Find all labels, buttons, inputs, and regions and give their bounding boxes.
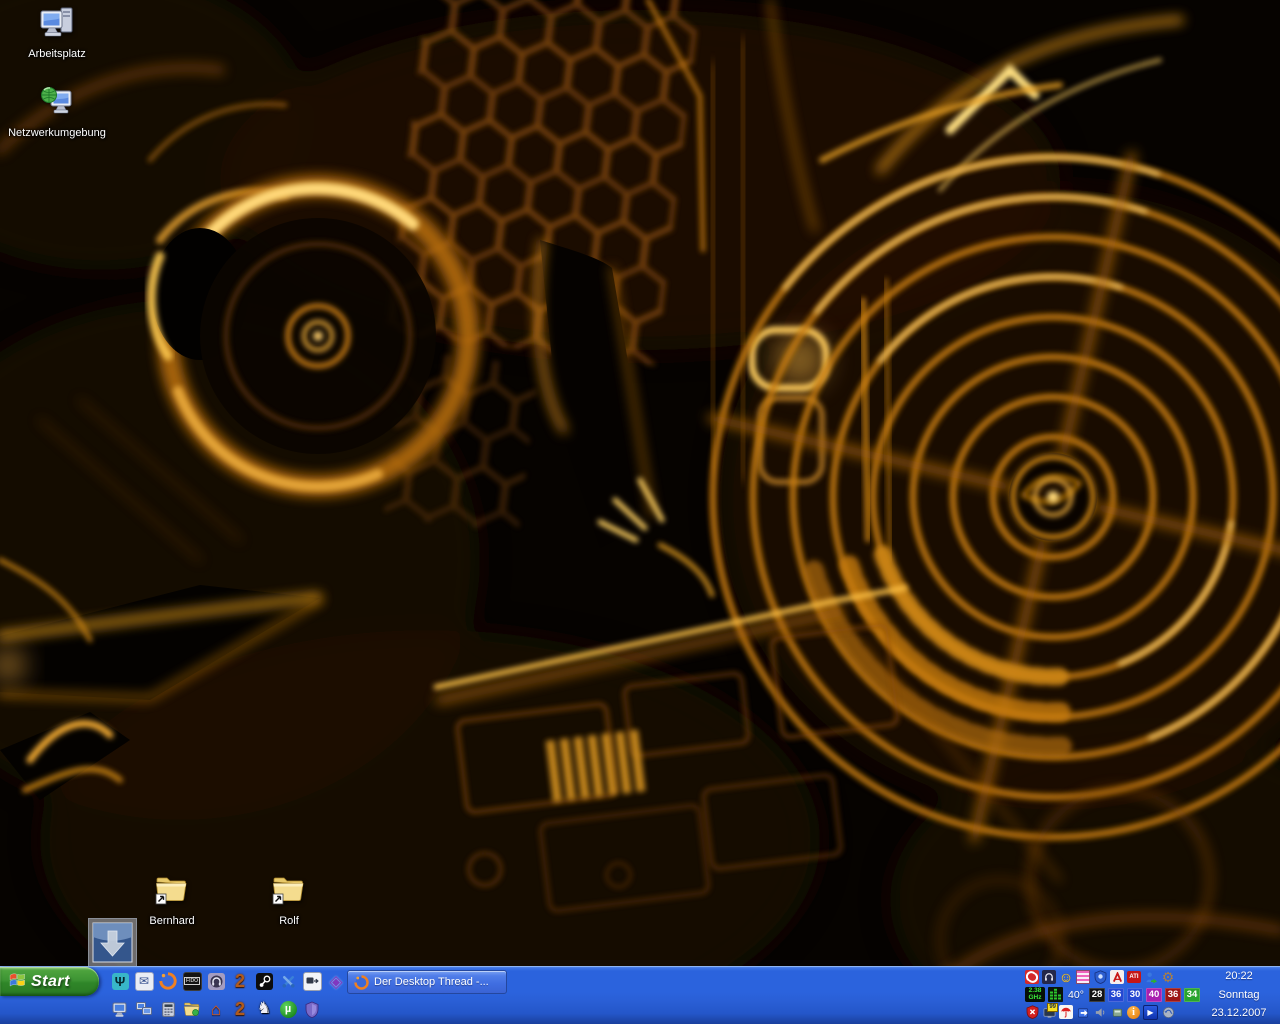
avira-umbrella-icon[interactable] xyxy=(1059,1005,1073,1019)
quick-launch-row1: Ψ ✉ FIDO xyxy=(109,970,347,992)
wallpaper-image xyxy=(0,0,1280,1024)
tray-icon-rows: ☺ ATI xyxy=(1025,966,1200,1024)
removable-device-icon[interactable] xyxy=(1110,1005,1124,1019)
tray-row-2: 2.38 GHz 40° 28 36 xyxy=(1025,987,1200,1003)
download-arrow-badge[interactable] xyxy=(88,918,137,967)
temp-badge-6[interactable]: 34 xyxy=(1184,988,1200,1002)
window-restore-icon[interactable] xyxy=(1076,1005,1090,1019)
house-icon[interactable]: ⌂ xyxy=(205,998,227,1020)
tray-row-1: ☺ ATI xyxy=(1025,969,1200,985)
user-switch-icon[interactable] xyxy=(1144,970,1158,984)
desktop-icon-label: Rolf xyxy=(279,915,299,927)
clock-time: 20:22 xyxy=(1200,970,1278,982)
clock-day: Sonntag xyxy=(1200,989,1278,1001)
taskbar-window-button[interactable]: Der Desktop Thread -... xyxy=(347,970,507,994)
headphones-icon[interactable] xyxy=(205,970,227,992)
mail-icon[interactable]: ✉ xyxy=(133,970,155,992)
start-button[interactable]: Start xyxy=(0,967,99,996)
play-icon[interactable]: ▶ xyxy=(1143,1005,1158,1020)
utorrent-icon[interactable]: µ xyxy=(277,998,299,1020)
folder-shortcut-icon xyxy=(270,874,308,913)
tools-icon[interactable] xyxy=(277,970,299,992)
cpu-speed-readout[interactable]: 2.38 GHz xyxy=(1025,987,1045,1002)
my-computer-icon xyxy=(39,5,75,46)
desktop-icon-label: Bernhard xyxy=(149,915,194,927)
desktop: Arbeitsplatz Netzwerkumgebung xyxy=(0,0,1280,1024)
desktop-icon-arbeitsplatz[interactable]: Arbeitsplatz xyxy=(7,5,107,60)
blue-shield-icon[interactable] xyxy=(1093,970,1107,984)
desktop-icon-label: Arbeitsplatz xyxy=(28,48,85,60)
red-shield-alert-icon[interactable] xyxy=(1025,1005,1039,1019)
send-to-icon[interactable] xyxy=(301,970,323,992)
numeral-2-icon[interactable]: 2 xyxy=(229,998,251,1020)
shield-icon[interactable] xyxy=(301,998,323,1020)
clock-date: 23.12.2007 xyxy=(1200,1007,1278,1019)
quick-launch-row2: ⌂ 2 ♞ µ xyxy=(109,998,323,1020)
temp-badge-1[interactable]: 28 xyxy=(1089,988,1105,1002)
ati-icon[interactable]: ATI xyxy=(1127,970,1141,984)
fido-icon[interactable]: FIDO xyxy=(181,970,203,992)
messenger-icon[interactable]: ☺ xyxy=(1059,970,1073,984)
steam-icon[interactable] xyxy=(253,970,275,992)
numeral-2-icon[interactable]: 2 xyxy=(229,970,251,992)
temp-badge-2[interactable]: 36 xyxy=(1108,988,1124,1002)
screen: Arbeitsplatz Netzwerkumgebung xyxy=(0,0,1280,1024)
fan-monitor-icon[interactable] xyxy=(1025,970,1039,984)
tray-row-3: 99 xyxy=(1025,1004,1200,1020)
folder-icon[interactable] xyxy=(181,998,203,1020)
audio-config-icon[interactable] xyxy=(1161,1005,1175,1019)
led-meter-icon[interactable] xyxy=(1048,987,1063,1002)
computer-icon[interactable] xyxy=(109,998,131,1020)
desktop-icon-rolf[interactable]: Rolf xyxy=(239,874,339,927)
net-meter-icon[interactable]: 99 xyxy=(1042,1005,1056,1019)
network-places-icon xyxy=(39,84,75,125)
knight-icon[interactable]: ♞ xyxy=(253,998,275,1020)
diamond-icon[interactable]: ◈ xyxy=(325,970,347,992)
desktop-icon-bernhard[interactable]: Bernhard xyxy=(122,874,222,927)
headphones-tray-icon[interactable] xyxy=(1042,970,1056,984)
network-computers-icon[interactable] xyxy=(133,998,155,1020)
temp-badge-4[interactable]: 40 xyxy=(1146,988,1162,1002)
tray-clock[interactable]: 20:22 Sonntag 23.12.2007 xyxy=(1200,966,1280,1024)
striped-badge-icon[interactable] xyxy=(1076,970,1090,984)
system-tray: ☺ ATI xyxy=(1025,966,1280,1024)
temperature-readout[interactable]: 40° xyxy=(1066,989,1086,1001)
start-label: Start xyxy=(31,973,70,991)
desktop-icon-label: Netzwerkumgebung xyxy=(8,127,106,139)
desktop-icon-netzwerkumgebung[interactable]: Netzwerkumgebung xyxy=(7,84,107,139)
calculator-icon[interactable] xyxy=(157,998,179,1020)
folder-shortcut-icon xyxy=(153,874,191,913)
volume-icon[interactable] xyxy=(1093,1005,1107,1019)
red-logo-icon[interactable] xyxy=(1110,970,1124,984)
media-app-icon[interactable]: Ψ xyxy=(109,970,131,992)
temp-badge-3[interactable]: 30 xyxy=(1127,988,1143,1002)
taskbar: Start Ψ ✉ FIDO xyxy=(0,966,1280,1024)
temp-badge-5[interactable]: 36 xyxy=(1165,988,1181,1002)
info-icon[interactable]: i xyxy=(1127,1006,1140,1019)
window-button-label: Der Desktop Thread -... xyxy=(374,976,489,988)
firefox-icon xyxy=(354,975,369,990)
firefox-icon[interactable] xyxy=(157,970,179,992)
windows-logo-icon xyxy=(9,971,26,993)
gear-icon[interactable]: ⚙ xyxy=(1161,970,1175,984)
